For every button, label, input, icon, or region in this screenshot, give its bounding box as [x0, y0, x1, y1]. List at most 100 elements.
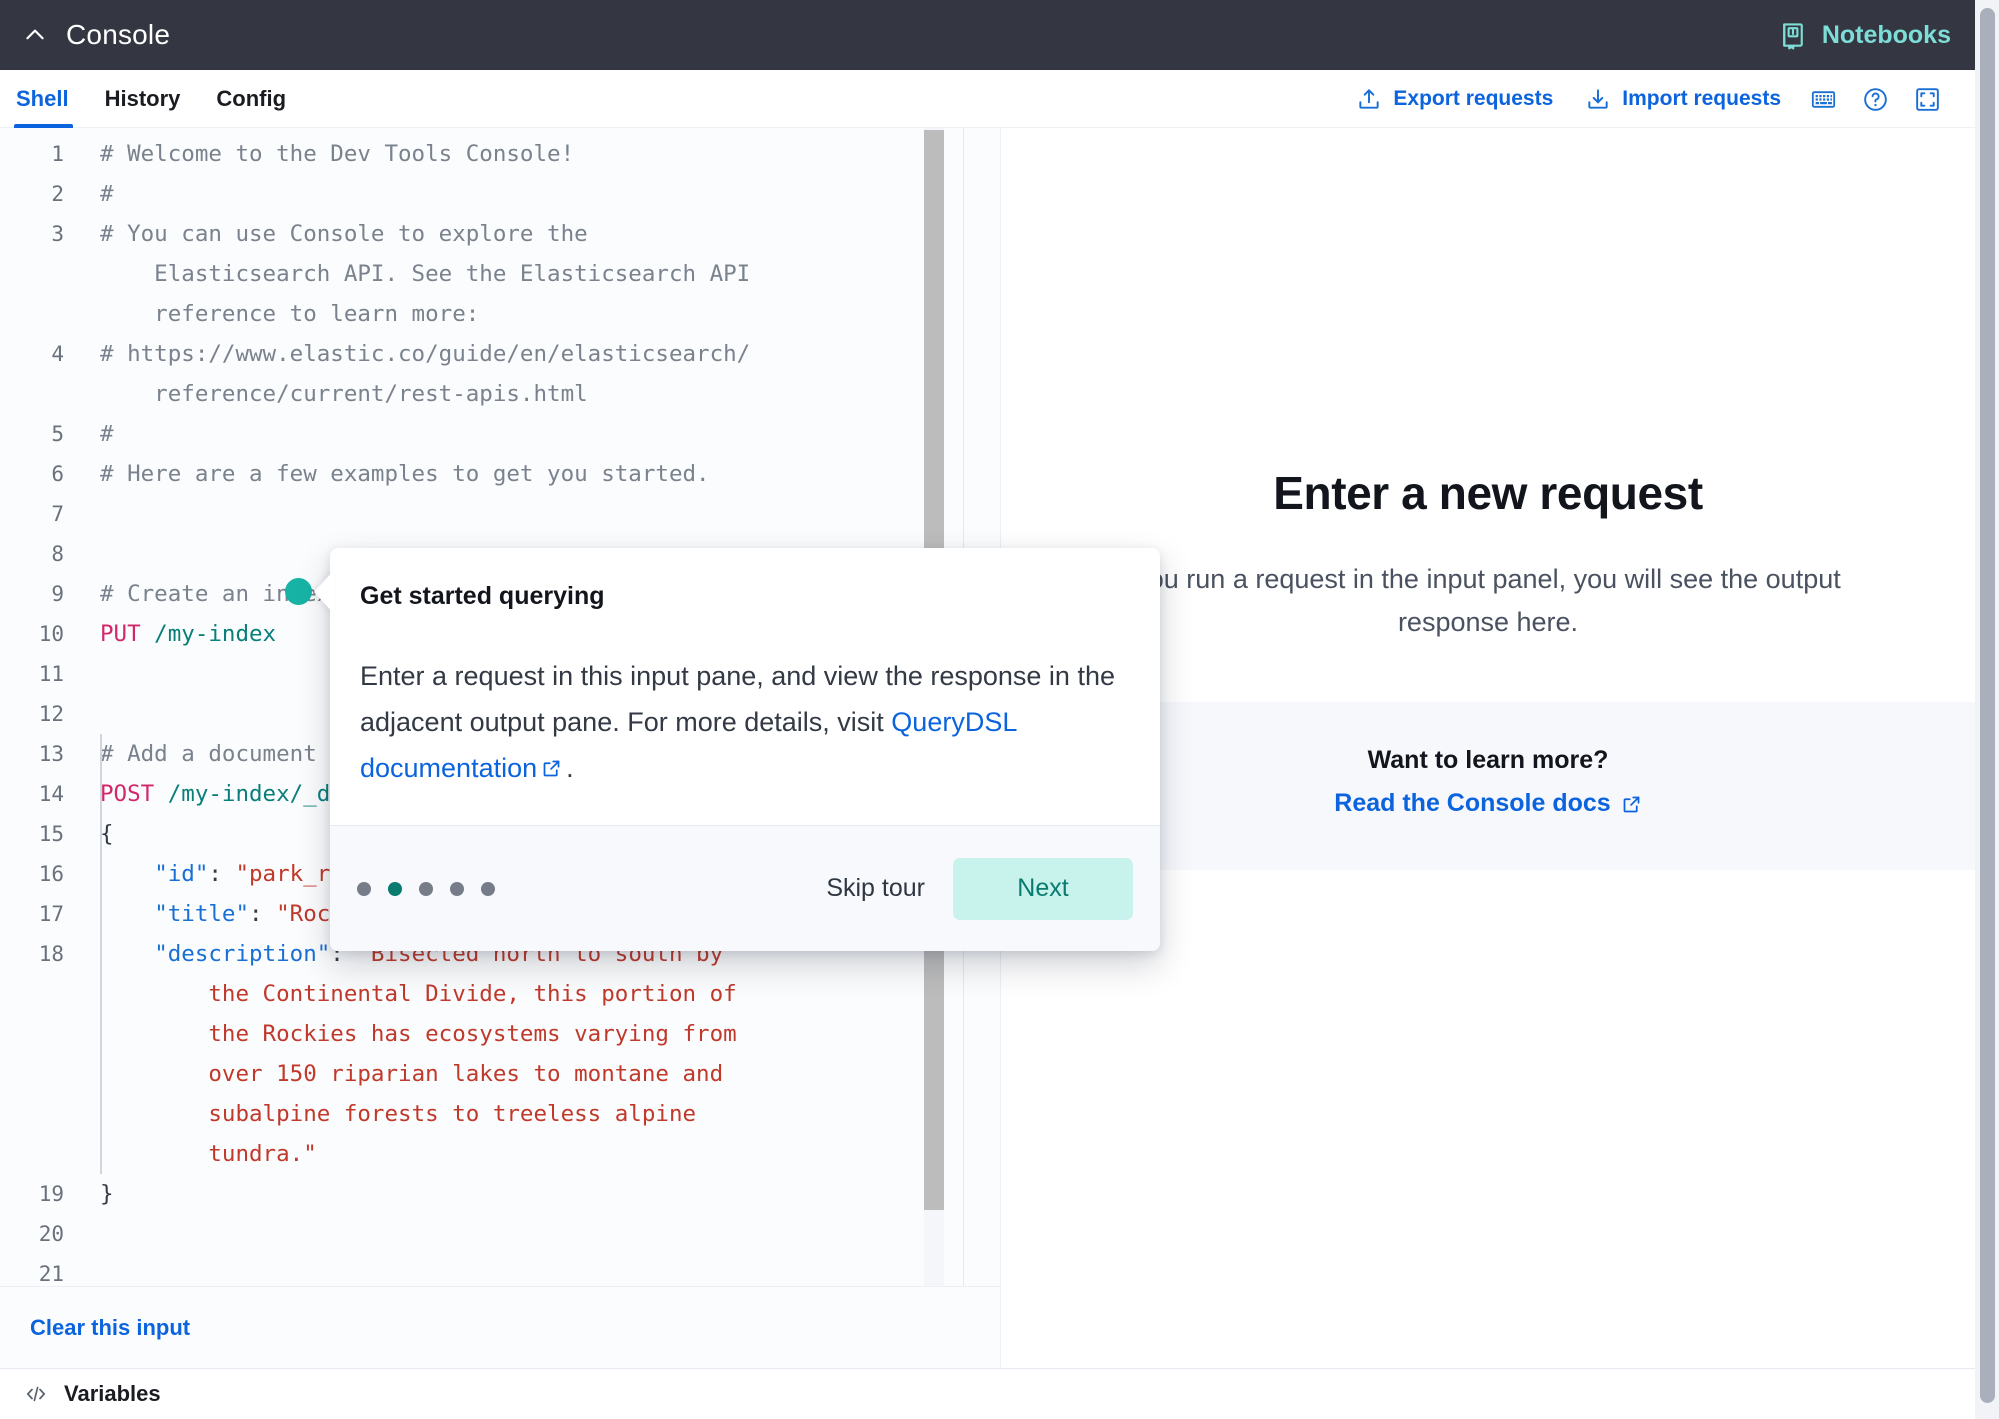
export-requests-label: Export requests — [1393, 87, 1553, 111]
toolbar-actions: Export requests Import requests — [1340, 79, 1953, 119]
line-number: 17 — [0, 894, 82, 934]
fullscreen-button[interactable] — [1901, 79, 1953, 119]
import-requests-button[interactable]: Import requests — [1569, 86, 1797, 112]
line-number: 16 — [0, 854, 82, 894]
line-number: 4 — [0, 334, 82, 374]
code-line-text: # — [82, 414, 1000, 454]
line-number: 6 — [0, 454, 82, 494]
code-line[interactable]: 19} — [0, 1174, 1000, 1214]
code-line[interactable]: the Rockies has ecosystems varying from — [0, 1014, 1000, 1054]
chevron-up-icon[interactable] — [22, 22, 48, 48]
tour-step-dot[interactable] — [481, 882, 495, 896]
console-docs-link[interactable]: Read the Console docs — [1334, 789, 1641, 818]
line-number: 21 — [0, 1254, 82, 1286]
tour-step-dot[interactable] — [357, 882, 371, 896]
tour-text-after: . — [566, 753, 574, 783]
code-line-text: # Here are a few examples to get you sta… — [82, 454, 1000, 494]
code-line[interactable]: reference/current/rest-apis.html — [0, 374, 1000, 414]
line-number: 13 — [0, 734, 82, 774]
output-empty-title: Enter a new request — [1001, 466, 1975, 520]
keyboard-shortcuts-button[interactable] — [1797, 79, 1849, 119]
code-line[interactable]: the Continental Divide, this portion of — [0, 974, 1000, 1014]
clear-this-input-link[interactable]: Clear this input — [30, 1315, 190, 1341]
code-line-text: # You can use Console to explore the — [82, 214, 1000, 254]
output-empty-subtitle: you run a request in the input panel, yo… — [1108, 558, 1868, 644]
tour-step-dot[interactable] — [419, 882, 433, 896]
code-brackets-icon — [24, 1382, 48, 1406]
export-requests-button[interactable]: Export requests — [1340, 86, 1569, 112]
titlebar: Console Notebooks — [0, 0, 1975, 70]
code-line[interactable]: 3# You can use Console to explore the — [0, 214, 1000, 254]
code-line[interactable]: 20 — [0, 1214, 1000, 1254]
tour-popover-arrow — [314, 570, 334, 614]
keyboard-shortcuts-icon — [1810, 86, 1836, 112]
code-line[interactable]: over 150 riparian lakes to montane and — [0, 1054, 1000, 1094]
line-number: 8 — [0, 534, 82, 574]
line-number: 3 — [0, 214, 82, 254]
code-line-text: reference/current/rest-apis.html — [82, 374, 1000, 414]
code-line-text: # — [82, 174, 1000, 214]
skip-tour-button[interactable]: Skip tour — [798, 874, 953, 903]
code-line[interactable]: 5# — [0, 414, 1000, 454]
help-circle-icon — [1862, 86, 1888, 112]
page-scrollbar[interactable] — [1975, 0, 1999, 1419]
code-line[interactable]: 1# Welcome to the Dev Tools Console! — [0, 134, 1000, 174]
code-line-text: tundra." — [82, 1134, 1000, 1174]
code-line[interactable]: tundra." — [0, 1134, 1000, 1174]
code-fold-guide — [100, 734, 102, 1174]
variables-bar[interactable]: Variables — [0, 1368, 1975, 1419]
notebook-icon — [1778, 20, 1808, 50]
line-number: 15 — [0, 814, 82, 854]
notebooks-label: Notebooks — [1822, 21, 1951, 50]
toolbar: Shell History Config Export requests — [0, 70, 1975, 128]
line-number: 1 — [0, 134, 82, 174]
code-line[interactable]: 7 — [0, 494, 1000, 534]
code-line-text: the Continental Divide, this portion of — [82, 974, 1000, 1014]
code-line-text: # https://www.elastic.co/guide/en/elasti… — [82, 334, 1000, 374]
tab-config[interactable]: Config — [198, 70, 304, 128]
external-link-icon — [541, 747, 562, 768]
console-docs-label: Read the Console docs — [1334, 789, 1610, 818]
line-number: 19 — [0, 1174, 82, 1214]
variables-label: Variables — [64, 1381, 161, 1407]
fullscreen-icon — [1914, 86, 1940, 112]
external-link-icon — [1621, 793, 1642, 814]
import-requests-label: Import requests — [1622, 87, 1781, 111]
import-download-icon — [1585, 86, 1611, 112]
line-number: 14 — [0, 774, 82, 814]
line-number: 20 — [0, 1214, 82, 1254]
code-line[interactable]: 2# — [0, 174, 1000, 214]
code-line-text: reference to learn more: — [82, 294, 1000, 334]
help-button[interactable] — [1849, 79, 1901, 119]
code-line[interactable]: subalpine forests to treeless alpine — [0, 1094, 1000, 1134]
code-line[interactable]: reference to learn more: — [0, 294, 1000, 334]
line-number: 11 — [0, 654, 82, 694]
tour-step-dot[interactable] — [450, 882, 464, 896]
page-title: Console — [66, 19, 170, 51]
line-number: 2 — [0, 174, 82, 214]
console-app: Console Notebooks Shell History — [0, 0, 1999, 1419]
tour-popover-text: Enter a request in this input pane, and … — [360, 653, 1130, 791]
code-line-text: Elasticsearch API. See the Elasticsearch… — [82, 254, 1000, 294]
line-number: 7 — [0, 494, 82, 534]
notebooks-button[interactable]: Notebooks — [1778, 20, 1951, 50]
line-number: 10 — [0, 614, 82, 654]
code-line[interactable]: 21 — [0, 1254, 1000, 1286]
code-line[interactable]: Elasticsearch API. See the Elasticsearch… — [0, 254, 1000, 294]
tour-popover-footer: Skip tour Next — [330, 825, 1160, 951]
tab-history[interactable]: History — [87, 70, 199, 128]
code-line[interactable]: 4# https://www.elastic.co/guide/en/elast… — [0, 334, 1000, 374]
code-line[interactable]: 6# Here are a few examples to get you st… — [0, 454, 1000, 494]
code-line-text: subalpine forests to treeless alpine — [82, 1094, 1000, 1134]
next-button[interactable]: Next — [953, 858, 1133, 920]
tour-popover-body: Get started querying Enter a request in … — [330, 548, 1160, 825]
line-number: 18 — [0, 934, 82, 974]
tour-step-dot[interactable] — [388, 882, 402, 896]
tab-shell[interactable]: Shell — [0, 70, 87, 128]
tour-step-dots — [357, 882, 495, 896]
page-scrollbar-thumb[interactable] — [1980, 8, 1995, 1403]
line-number: 5 — [0, 414, 82, 454]
tab-list: Shell History Config — [0, 70, 304, 128]
line-number: 9 — [0, 574, 82, 614]
line-number: 12 — [0, 694, 82, 734]
